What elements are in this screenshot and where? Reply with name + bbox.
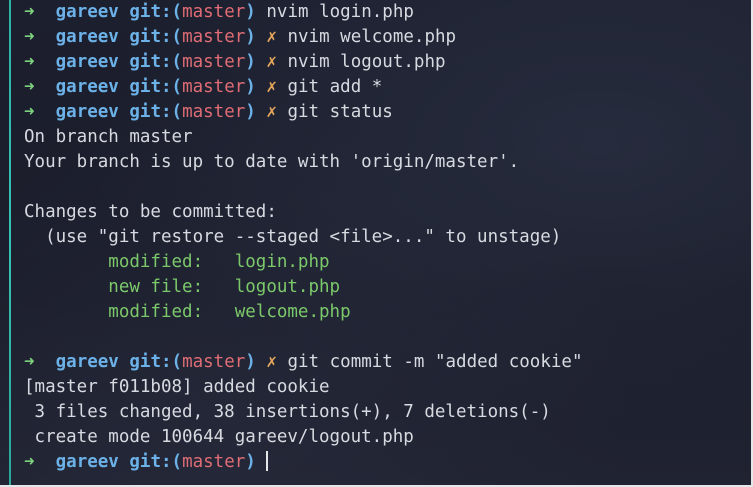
prompt-arrow-icon: ➜ [24, 2, 35, 22]
terminal-output: ➜ gareev git:(master) nvim login.php ➜ ga… [24, 0, 751, 475]
prompt-line: ➜ gareev git:(master) ✗ nvim welcome.php [24, 25, 751, 50]
output-line: Your branch is up to date with 'origin/m… [24, 150, 751, 175]
prompt-git-close: ) [245, 352, 256, 372]
prompt-line: ➜ gareev git:(master) nvim login.php [24, 0, 751, 25]
staged-file-name: welcome.php [234, 302, 351, 322]
prompt-user: gareev [55, 2, 119, 22]
prompt-arrow-icon: ➜ [24, 77, 35, 97]
prompt-branch: master [182, 27, 246, 47]
staged-file-name: login.php [234, 252, 330, 272]
prompt-git-label: git:( [129, 102, 183, 122]
prompt-git-close: ) [245, 27, 256, 47]
command-text: nvim login.php [266, 2, 414, 22]
prompt-branch: master [182, 77, 246, 97]
output-text: On branch master [24, 127, 193, 147]
prompt-git-close: ) [245, 2, 256, 22]
prompt-git-close: ) [245, 102, 256, 122]
output-line: (use "git restore --staged <file>..." to… [24, 225, 751, 250]
prompt-git-close: ) [245, 52, 256, 72]
staged-file-line: modified: welcome.php [24, 300, 751, 325]
prompt-user: gareev [55, 77, 119, 97]
output-line: [master f011b08] added cookie [24, 375, 751, 400]
dirty-mark-icon: ✗ [266, 52, 277, 72]
output-text: Your branch is up to date with 'origin/m… [24, 152, 520, 172]
output-text: Changes to be committed: [24, 202, 277, 222]
output-line: 3 files changed, 38 insertions(+), 7 del… [24, 400, 751, 425]
dirty-mark-icon: ✗ [266, 352, 277, 372]
prompt-git-label: git:( [129, 27, 183, 47]
prompt-git-label: git:( [129, 352, 183, 372]
text-cursor[interactable] [266, 451, 269, 471]
staged-status-label: modified: [24, 252, 235, 272]
staged-status-label: new file: [24, 277, 235, 297]
prompt-git-label: git:( [129, 77, 183, 97]
staged-status-label: modified: [24, 302, 235, 322]
prompt-git-close: ) [245, 452, 256, 472]
prompt-arrow-icon: ➜ [24, 102, 35, 122]
prompt-arrow-icon: ➜ [24, 452, 35, 472]
command-text: nvim welcome.php [287, 27, 457, 47]
prompt-branch: master [182, 352, 246, 372]
terminal-window[interactable]: ➜ gareev git:(master) nvim login.php ➜ ga… [0, 0, 753, 487]
prompt-branch: master [182, 452, 246, 472]
dirty-mark-icon: ✗ [266, 102, 277, 122]
prompt-arrow-icon: ➜ [24, 352, 35, 372]
prompt-git-label: git:( [129, 452, 183, 472]
terminal-accent-bar [9, 0, 11, 485]
staged-file-line: modified: login.php [24, 250, 751, 275]
prompt-arrow-icon: ➜ [24, 52, 35, 72]
staged-file-line: new file: logout.php [24, 275, 751, 300]
command-text: nvim logout.php [287, 52, 446, 72]
prompt-line: ➜ gareev git:(master) ✗ git status [24, 100, 751, 125]
output-text: 3 files changed, 38 insertions(+), 7 del… [24, 402, 551, 422]
prompt-user: gareev [55, 27, 119, 47]
output-line: create mode 100644 gareev/logout.php [24, 425, 751, 450]
prompt-arrow-icon: ➜ [24, 27, 35, 47]
prompt-git-close: ) [245, 77, 256, 97]
output-line: On branch master [24, 125, 751, 150]
prompt-line: ➜ gareev git:(master) ✗ git add * [24, 75, 751, 100]
prompt-line: ➜ gareev git:(master) [24, 450, 751, 475]
command-text: git add * [287, 77, 383, 97]
dirty-mark-icon: ✗ [266, 77, 277, 97]
prompt-line: ➜ gareev git:(master) ✗ nvim logout.php [24, 50, 751, 75]
prompt-branch: master [182, 52, 246, 72]
output-text: [master f011b08] added cookie [24, 377, 330, 397]
prompt-user: gareev [55, 352, 119, 372]
output-text: create mode 100644 gareev/logout.php [24, 427, 414, 447]
dirty-mark-icon: ✗ [266, 27, 277, 47]
command-text: git status [287, 102, 393, 122]
output-text: (use "git restore --staged <file>..." to… [24, 227, 562, 247]
prompt-user: gareev [55, 52, 119, 72]
output-line: Changes to be committed: [24, 200, 751, 225]
prompt-user: gareev [55, 452, 119, 472]
prompt-branch: master [182, 2, 246, 22]
prompt-branch: master [182, 102, 246, 122]
prompt-user: gareev [55, 102, 119, 122]
prompt-git-label: git:( [129, 52, 183, 72]
staged-file-name: logout.php [234, 277, 341, 297]
command-text: git commit -m "added cookie" [287, 352, 583, 372]
prompt-git-label: git:( [129, 2, 183, 22]
prompt-line: ➜ gareev git:(master) ✗ git commit -m "a… [24, 350, 751, 375]
